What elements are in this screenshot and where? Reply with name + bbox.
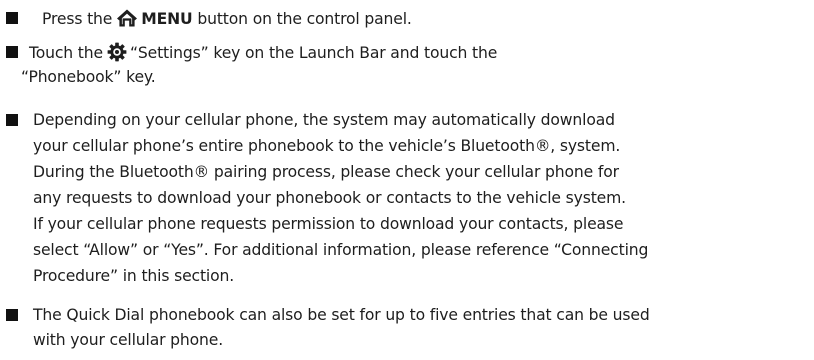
menu-button-label: MENU [141,10,193,28]
instruction-line: Touch the “Settings” key on the Launch Ba… [29,42,497,63]
line-text: Touch the [29,44,103,62]
instruction-line: any requests to download your phonebook … [33,189,626,207]
instruction-line: select “Allow” or “Yes”. For additional … [33,241,649,259]
instruction-line: During the Bluetooth® pairing process, p… [33,163,619,181]
line-text: button on the control panel. [192,10,412,28]
instruction-line: If your cellular phone requests permissi… [33,215,624,233]
home-icon [116,8,138,28]
instruction-line: “Phonebook” key. [21,68,156,86]
bullet-square [6,309,18,321]
line-text: Press the [42,10,113,28]
line-text: “Settings” key on the Launch Bar and tou… [129,44,498,62]
instruction-line: with your cellular phone. [33,331,224,349]
instruction-line: Procedure” in this section. [33,267,235,285]
gear-icon [107,42,127,62]
bullet-square [6,46,18,58]
instruction-line: Depending on your cellular phone, the sy… [33,111,615,129]
instruction-line: your cellular phone’s entire phonebook t… [33,137,621,155]
bullet-square [6,114,18,126]
bullet-square [6,12,18,24]
instruction-list: Press the MENU button on the control pane… [0,0,814,360]
instruction-line: The Quick Dial phonebook can also be set… [33,306,650,324]
instruction-line: Press the MENU button on the control pane… [42,8,412,29]
